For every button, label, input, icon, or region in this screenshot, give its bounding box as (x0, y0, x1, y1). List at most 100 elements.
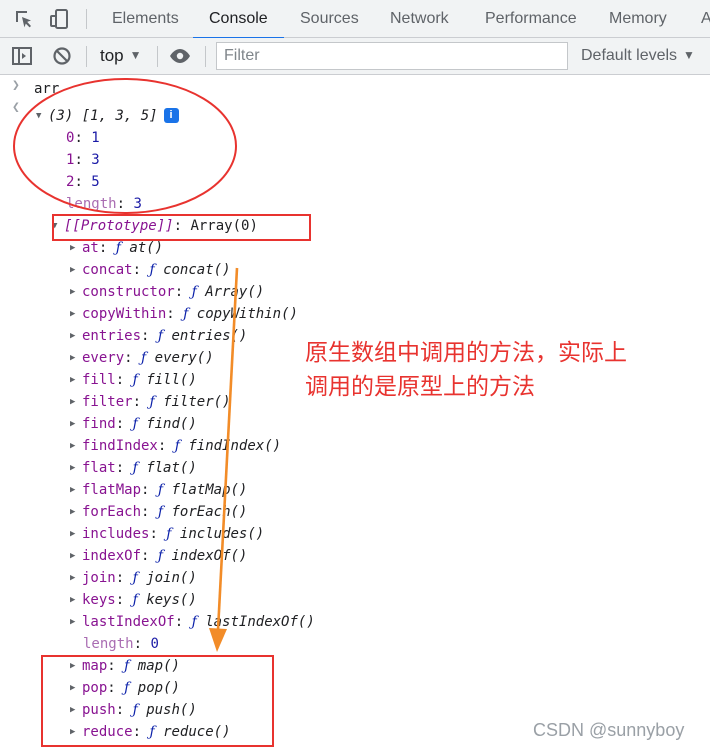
expand-arrow-icon[interactable]: ▶ (70, 435, 82, 457)
method-key: at (82, 240, 99, 256)
expand-arrow-icon[interactable]: ▶ (70, 699, 82, 721)
method-row[interactable]: ▶ constructor: ƒ Array() (70, 281, 264, 303)
method-row[interactable]: ▶ filter: ƒ filter() (70, 391, 231, 413)
device-toolbar-icon[interactable] (48, 7, 72, 31)
prototype-value: Array(0) (190, 218, 258, 234)
inspect-element-icon[interactable] (12, 7, 36, 31)
function-icon: ƒ (149, 724, 155, 740)
annotation-line: 原生数组中调用的方法，实际上 (305, 340, 627, 366)
entry-value: 0 (150, 636, 159, 652)
method-key: forEach (82, 504, 142, 520)
expand-arrow-icon[interactable]: ▶ (70, 369, 82, 391)
context-selector[interactable]: top ▼ (100, 44, 142, 68)
filter-input[interactable] (217, 43, 567, 69)
expand-arrow-icon[interactable]: ▼ (52, 215, 64, 237)
function-icon: ƒ (157, 548, 164, 564)
tab-network[interactable]: Network (390, 0, 449, 38)
toolbar-divider (205, 46, 206, 67)
method-row[interactable]: ▶ push: ƒ push() (70, 699, 197, 721)
clear-console-icon[interactable] (50, 44, 74, 68)
method-row[interactable]: ▶ fill: ƒ fill() (70, 369, 197, 391)
method-row[interactable]: ▶ forEach: ƒ forEach() (70, 501, 247, 523)
log-levels-dropdown[interactable]: Default levels ▼ (581, 44, 695, 68)
tab-sources[interactable]: Sources (300, 0, 359, 38)
expand-arrow-icon[interactable]: ▶ (70, 391, 82, 413)
entry-key: length (83, 636, 134, 652)
method-row[interactable]: ▶ pop: ƒ pop() (70, 677, 180, 699)
method-row[interactable]: ▶ entries: ƒ entries() (70, 325, 247, 347)
method-row[interactable]: ▶ copyWithin: ƒ copyWithin() (70, 303, 298, 325)
expand-arrow-icon[interactable]: ▶ (70, 677, 82, 699)
chevron-down-icon: ▼ (129, 48, 142, 62)
toolbar-divider (157, 46, 158, 67)
expand-arrow-icon[interactable]: ▶ (70, 259, 82, 281)
method-row[interactable]: ▶ reduce: ƒ reduce() (70, 721, 231, 743)
array-entry: 1: 3 (66, 152, 100, 168)
method-signature: flat() (146, 460, 197, 476)
function-icon: ƒ (124, 658, 130, 674)
watermark: CSDN @sunnyboy (533, 720, 685, 740)
expand-arrow-icon[interactable]: ▶ (70, 589, 82, 611)
array-summary-line[interactable]: ▼ (3) [1, 3, 5] i (36, 105, 179, 127)
method-row[interactable]: ▶ concat: ƒ concat() (70, 259, 231, 281)
info-icon[interactable]: i (163, 108, 179, 123)
expand-arrow-icon[interactable]: ▼ (36, 105, 48, 127)
tab-overflow[interactable]: A (701, 0, 710, 38)
expand-arrow-icon[interactable]: ▶ (70, 347, 82, 369)
tab-memory[interactable]: Memory (609, 0, 667, 38)
method-signature: every() (154, 350, 214, 366)
method-key: indexOf (82, 548, 142, 564)
expand-arrow-icon[interactable]: ▶ (70, 281, 82, 303)
method-row[interactable]: ▶ flatMap: ƒ flatMap() (70, 479, 247, 501)
method-key: pop (82, 680, 108, 696)
expand-arrow-icon[interactable]: ▶ (70, 655, 82, 677)
entry-value: 1 (91, 130, 100, 146)
method-row[interactable]: ▶ find: ƒ find() (70, 413, 197, 435)
expand-arrow-icon[interactable]: ▶ (70, 721, 82, 743)
expand-arrow-icon[interactable]: ▶ (70, 501, 82, 523)
method-row[interactable]: ▶ includes: ƒ includes() (70, 523, 264, 545)
function-icon: ƒ (124, 680, 130, 696)
method-signature: map() (137, 658, 180, 674)
context-label: top (100, 46, 124, 65)
expand-arrow-icon[interactable]: ▶ (70, 457, 82, 479)
method-key: lastIndexOf (82, 614, 175, 630)
function-icon: ƒ (141, 350, 147, 366)
tab-console[interactable]: Console (193, 0, 284, 39)
method-signature: concat() (163, 262, 231, 278)
method-row[interactable]: ▶ keys: ƒ keys() (70, 589, 197, 611)
function-icon: ƒ (132, 592, 138, 608)
expand-arrow-icon[interactable]: ▶ (70, 325, 82, 347)
method-row[interactable]: ▶ findIndex: ƒ findIndex() (70, 435, 281, 457)
method-key: find (82, 416, 116, 432)
expand-arrow-icon[interactable]: ▶ (70, 567, 82, 589)
array-length: length: 3 (66, 196, 142, 212)
tab-performance[interactable]: Performance (485, 0, 577, 38)
annotation-text: 原生数组中调用的方法，实际上 调用的是原型上的方法 (305, 336, 627, 404)
method-key: reduce (82, 724, 133, 740)
live-expression-eye-icon[interactable] (168, 44, 192, 68)
expand-arrow-icon[interactable]: ▶ (70, 611, 82, 633)
expand-arrow-icon[interactable]: ▶ (70, 479, 82, 501)
prototype-line[interactable]: ▼ [[Prototype]]: Array(0) (52, 215, 258, 237)
method-row[interactable]: ▶ join: ƒ join() (70, 567, 197, 589)
method-key: concat (82, 262, 133, 278)
expand-arrow-icon[interactable]: ▶ (70, 413, 82, 435)
expand-arrow-icon[interactable]: ▶ (70, 523, 82, 545)
method-signature: lastIndexOf() (205, 614, 315, 630)
tab-elements[interactable]: Elements (112, 0, 179, 38)
function-icon: ƒ (149, 394, 155, 410)
expand-arrow-icon[interactable]: ▶ (70, 303, 82, 325)
filter-field[interactable] (216, 42, 568, 70)
method-row[interactable]: ▶ every: ƒ every() (70, 347, 214, 369)
show-sidebar-icon[interactable] (10, 44, 34, 68)
method-row[interactable]: ▶ map: ƒ map() (70, 655, 180, 677)
expand-arrow-icon[interactable]: ▶ (70, 545, 82, 567)
method-row[interactable]: ▶ at: ƒ at() (70, 237, 163, 259)
method-row[interactable]: ▶ indexOf: ƒ indexOf() (70, 545, 247, 567)
function-icon: ƒ (191, 614, 197, 630)
method-row[interactable]: ▶ lastIndexOf: ƒ lastIndexOf() (70, 611, 315, 633)
expand-arrow-icon[interactable]: ▶ (70, 237, 82, 259)
method-signature: keys() (146, 592, 197, 608)
method-row[interactable]: ▶ flat: ƒ flat() (70, 457, 197, 479)
